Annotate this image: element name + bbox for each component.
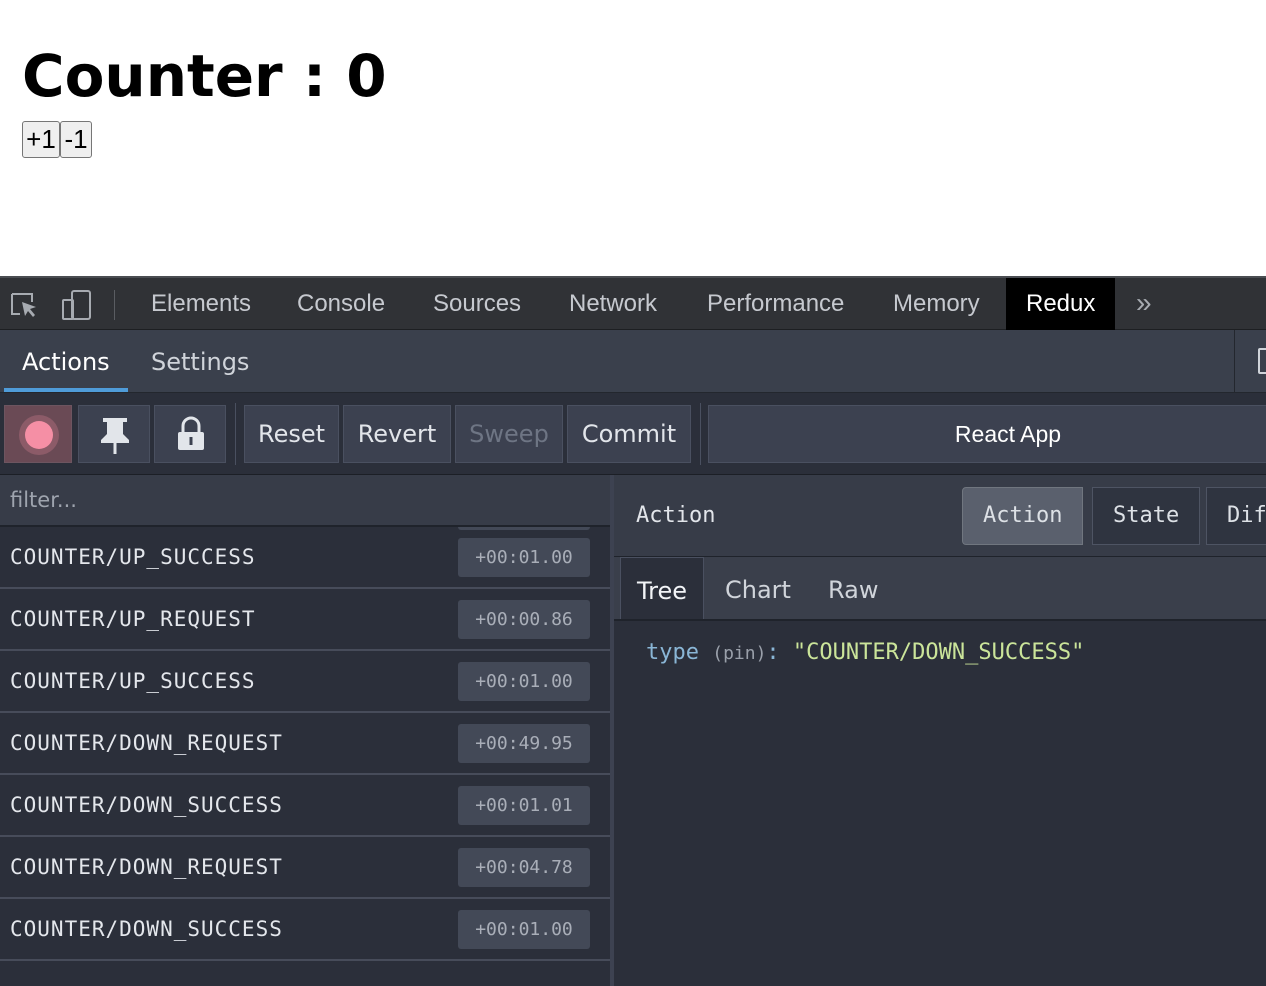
tab-raw[interactable]: Raw	[828, 557, 878, 619]
list-item-time-badge: +00:01.00	[458, 538, 590, 577]
list-item-action-name: COUNTER/DOWN_REQUEST	[10, 731, 283, 755]
record-button[interactable]	[4, 405, 72, 463]
list-item-action-name: COUNTER/DOWN_SUCCESS	[10, 917, 283, 941]
pin-icon	[101, 418, 129, 454]
devtools-toolbar: Elements Console Sources Network Perform…	[0, 276, 1266, 330]
list-item-time-badge: +00:01.00	[458, 910, 590, 949]
devtools-panel: Elements Console Sources Network Perform…	[0, 276, 1266, 986]
inspector-subtabs: Tree Chart Raw	[614, 557, 1266, 621]
more-tabs-icon[interactable]: »	[1136, 278, 1152, 330]
instance-selector[interactable]: React App	[708, 405, 1266, 463]
inspector-header: Action Action State Diff	[614, 475, 1266, 557]
list-item-action-name: COUNTER/UP_REQUEST	[10, 607, 256, 631]
tab-elements[interactable]: Elements	[151, 278, 251, 330]
inspect-element-icon[interactable]	[8, 288, 42, 322]
list-item[interactable]: COUNTER/DOWN_SUCCESS +00:01.01	[0, 775, 610, 837]
tab-performance[interactable]: Performance	[707, 278, 844, 330]
redux-controls: Reset Revert Sweep Commit React App	[0, 393, 1266, 475]
tree-node-key: type	[646, 640, 699, 665]
persist-button[interactable]	[78, 405, 150, 463]
tab-redux[interactable]: Redux	[1006, 278, 1116, 330]
list-item[interactable]: COUNTER/UP_SUCCESS +00:01.00	[0, 527, 610, 589]
lock-button[interactable]	[154, 405, 226, 463]
tree-node[interactable]: type (pin): "COUNTER/DOWN_SUCCESS"	[646, 640, 1084, 665]
page-title: Counter : 0	[22, 42, 387, 110]
list-item-time-badge: +00:49.95	[458, 724, 590, 763]
decrement-button[interactable]: -1	[60, 121, 92, 158]
list-item-action-name: COUNTER/UP_SUCCESS	[10, 545, 256, 569]
toolbar-divider	[114, 290, 115, 320]
panel-toggle-icon[interactable]	[1258, 348, 1266, 374]
tab-sources[interactable]: Sources	[433, 278, 521, 330]
tab-actions[interactable]: Actions	[4, 330, 128, 392]
tree-node-colon: :	[766, 640, 780, 665]
list-item-action-name: COUNTER/UP_SUCCESS	[10, 669, 256, 693]
redux-tab-bar: Actions Settings	[0, 330, 1266, 393]
sweep-button[interactable]: Sweep	[455, 405, 563, 463]
revert-button[interactable]: Revert	[343, 405, 451, 463]
actions-list: COUNTER/UP_SUCCESS +00:01.00 COUNTER/UP_RE…	[0, 475, 614, 986]
controls-divider	[700, 403, 701, 465]
tree-node-pin[interactable]: (pin)	[712, 643, 766, 664]
action-inspector: Action Action State Diff Tree Chart Raw …	[614, 475, 1266, 986]
tab-action[interactable]: Action	[962, 487, 1084, 545]
tab-tree[interactable]: Tree	[620, 557, 704, 619]
tab-state[interactable]: State	[1092, 487, 1201, 545]
list-item[interactable]: COUNTER/DOWN_SUCCESS +00:01.00	[0, 899, 610, 961]
tab-bar-divider	[1234, 330, 1235, 392]
list-item[interactable]: COUNTER/UP_REQUEST +00:00.86	[0, 589, 610, 651]
tab-console[interactable]: Console	[297, 278, 385, 330]
tab-settings[interactable]: Settings	[151, 330, 249, 392]
tree-node-value: "COUNTER/DOWN_SUCCESS"	[792, 640, 1085, 665]
tab-memory[interactable]: Memory	[893, 278, 980, 330]
lock-icon	[178, 416, 204, 450]
list-item[interactable]: COUNTER/UP_SUCCESS +00:01.00	[0, 651, 610, 713]
increment-button[interactable]: +1	[22, 121, 60, 158]
list-item-time-badge: +00:00.86	[458, 600, 590, 639]
tab-diff[interactable]: Diff	[1206, 487, 1266, 545]
list-item-time-badge: +00:01.00	[458, 662, 590, 701]
tab-network[interactable]: Network	[569, 278, 657, 330]
list-item-time-badge: +00:01.01	[458, 786, 590, 825]
inspector-title: Action	[636, 503, 716, 528]
device-toolbar-icon[interactable]	[60, 288, 94, 322]
list-item[interactable]: COUNTER/DOWN_REQUEST +00:04.78	[0, 837, 610, 899]
filter-input[interactable]	[0, 475, 610, 527]
list-item-action-name: COUNTER/DOWN_REQUEST	[10, 855, 283, 879]
record-icon	[25, 421, 53, 449]
list-item-action-name: COUNTER/DOWN_SUCCESS	[10, 793, 283, 817]
tab-chart[interactable]: Chart	[725, 557, 791, 619]
commit-button[interactable]: Commit	[567, 405, 691, 463]
list-item-time-badge: +00:04.78	[458, 848, 590, 887]
reset-button[interactable]: Reset	[244, 405, 339, 463]
controls-divider	[235, 403, 236, 465]
list-item[interactable]: COUNTER/DOWN_REQUEST +00:49.95	[0, 713, 610, 775]
